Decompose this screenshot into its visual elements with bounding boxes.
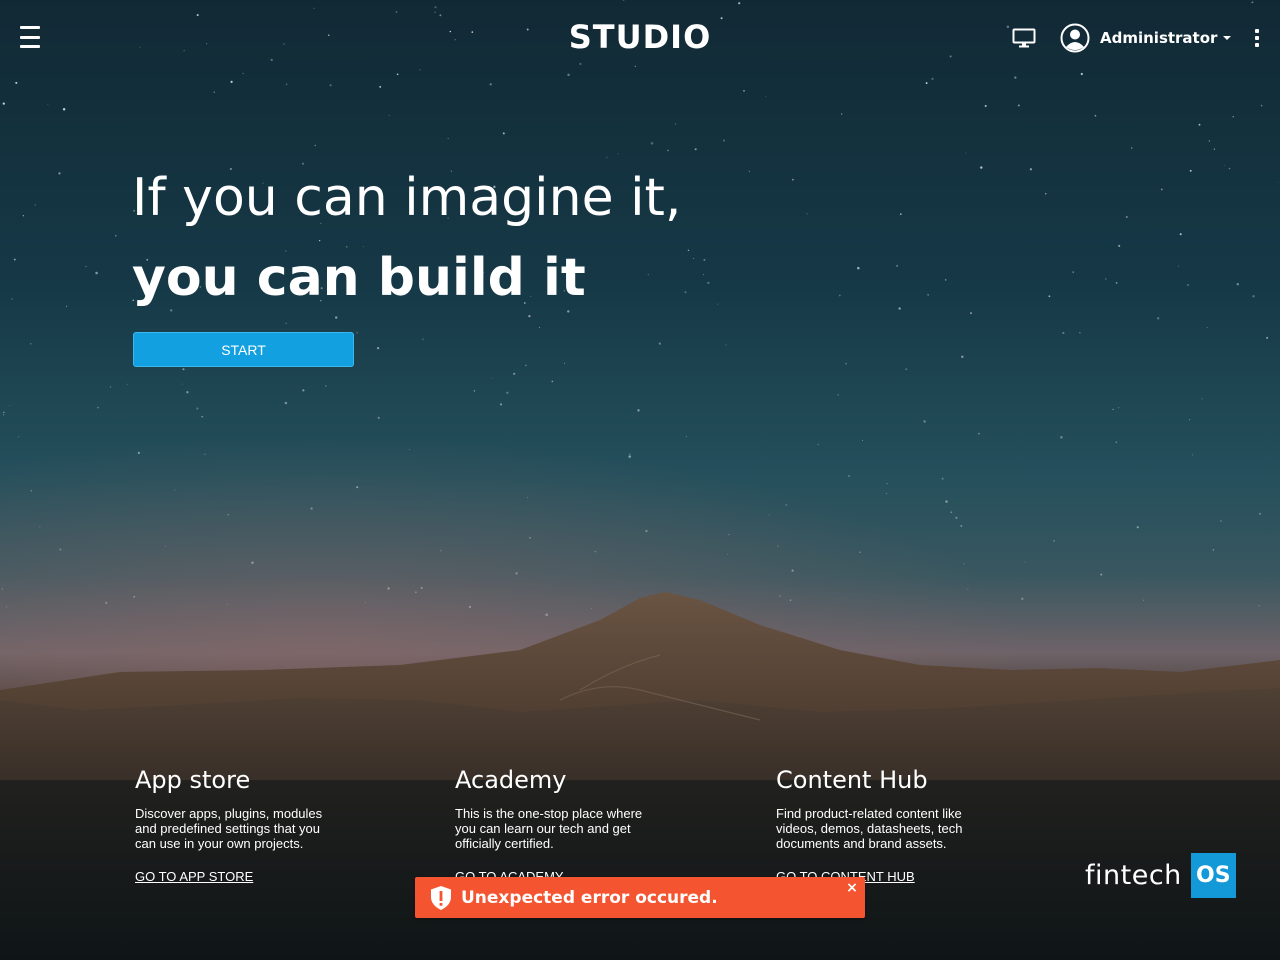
- fintech-os-logo: fintech OS: [1085, 853, 1236, 898]
- user-avatar-icon: [1060, 23, 1090, 53]
- hamburger-menu-icon[interactable]: [20, 26, 40, 48]
- card-academy: Academy This is the one-stop place where…: [455, 766, 655, 884]
- shield-alert-icon: [431, 885, 451, 910]
- card-content-hub: Content Hub Find product-related content…: [776, 766, 976, 884]
- card-description: This is the one-stop place where you can…: [455, 806, 643, 851]
- card-title: Academy: [455, 766, 567, 794]
- logo-badge: OS: [1190, 853, 1236, 898]
- start-button[interactable]: START: [133, 332, 354, 367]
- monitor-icon[interactable]: [1012, 28, 1036, 48]
- logo-wordmark: fintech: [1085, 860, 1182, 891]
- card-description: Discover apps, plugins, modules and pred…: [135, 806, 323, 851]
- card-title: App store: [135, 766, 251, 794]
- caret-down-icon: [1223, 36, 1232, 40]
- card-description: Find product-related content like videos…: [776, 806, 963, 851]
- error-message: Unexpected error occured.: [461, 887, 718, 908]
- error-notification: Unexpected error occured. ×: [415, 877, 865, 918]
- hero-headline-line1: If you can imagine it,: [132, 168, 682, 228]
- user-account-menu[interactable]: Administrator: [1060, 22, 1232, 54]
- card-app-store: App store Discover apps, plugins, module…: [135, 766, 335, 884]
- home-page: STUDIO Administrator If you can imagine …: [0, 0, 1280, 960]
- hero-headline-line2: you can build it: [132, 248, 586, 308]
- close-icon[interactable]: ×: [846, 881, 858, 895]
- card-title: Content Hub: [776, 766, 928, 794]
- go-to-app-store-link[interactable]: GO TO APP STORE: [135, 869, 253, 884]
- top-navigation-bar: STUDIO Administrator: [0, 0, 1280, 76]
- vertical-dots-icon[interactable]: [1254, 29, 1260, 47]
- user-name: Administrator: [1100, 29, 1218, 47]
